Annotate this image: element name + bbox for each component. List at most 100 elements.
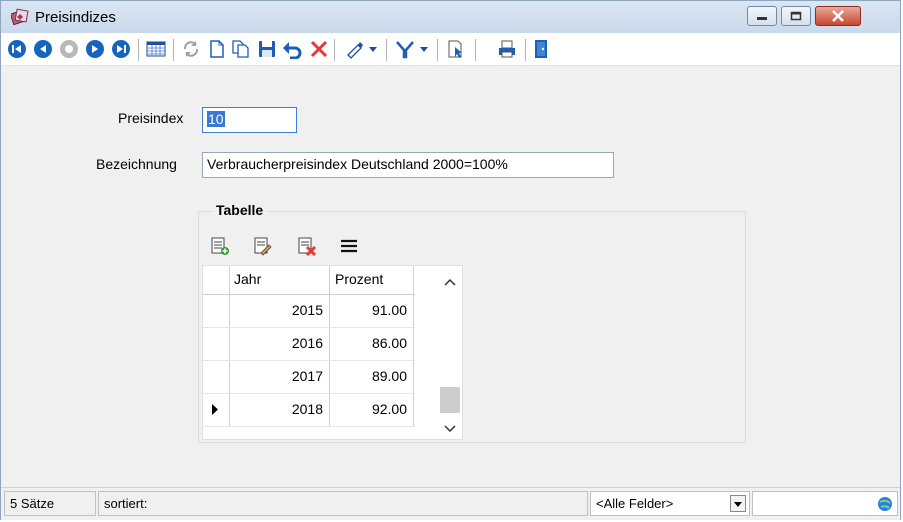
filter-button[interactable] — [393, 37, 417, 61]
preisindizes-window: Preisindizes Preisindex 10 Bezeichnung V… — [0, 0, 901, 520]
minimize-icon — [757, 17, 767, 20]
undo-button[interactable] — [281, 37, 305, 61]
new-button[interactable] — [205, 37, 229, 61]
previous-record-icon — [34, 40, 52, 58]
row-indicator[interactable] — [203, 361, 230, 393]
row-indicator[interactable] — [203, 394, 230, 426]
record-count: 5 Sätze — [4, 491, 96, 516]
printer-icon — [499, 40, 515, 58]
filter-dropdown[interactable] — [417, 37, 431, 61]
cell-jahr[interactable]: 2015 — [230, 295, 330, 327]
scroll-up-icon[interactable] — [439, 272, 461, 292]
grid-header-row: Jahr Prozent — [203, 266, 415, 295]
chevron-down-icon — [420, 47, 428, 52]
tabelle-group-title: Tabelle — [212, 202, 268, 218]
calendar-grid-icon — [146, 41, 166, 57]
sort-status: sortiert: — [98, 491, 588, 516]
delete-row-icon — [298, 237, 317, 256]
filter-icon — [396, 41, 414, 59]
cell-jahr[interactable]: 2017 — [230, 361, 330, 393]
grid-vertical-scrollbar[interactable] — [439, 266, 461, 439]
column-header-jahr[interactable]: Jahr — [230, 266, 330, 294]
minimize-button[interactable] — [747, 6, 777, 26]
cell-prozent[interactable]: 86.00 — [331, 328, 414, 360]
chevron-down-icon — [734, 501, 742, 507]
toolbar-separator — [475, 39, 476, 61]
scrollbar-thumb[interactable] — [440, 387, 460, 413]
toolbar-separator — [334, 39, 335, 61]
preisindex-input[interactable]: 10 — [202, 107, 297, 133]
status-bar: 5 Sätze sortiert: <Alle Felder> — [1, 487, 900, 520]
data-grid: Jahr Prozent 2015 91.00 2016 86.00 2017 … — [202, 265, 463, 440]
column-header-prozent[interactable]: Prozent — [331, 266, 414, 294]
edit-pen-button[interactable] — [342, 37, 366, 61]
table-row[interactable]: 2016 86.00 — [203, 328, 415, 361]
first-record-button[interactable] — [5, 37, 29, 61]
refresh-button[interactable] — [179, 37, 203, 61]
copy-icon — [232, 40, 249, 58]
edit-row-button[interactable] — [251, 234, 275, 258]
hamburger-menu-icon — [341, 239, 357, 253]
cell-prozent[interactable]: 91.00 — [331, 295, 414, 327]
toolbar-separator — [138, 39, 139, 61]
exit-button[interactable] — [529, 37, 553, 61]
copy-button[interactable] — [229, 37, 253, 61]
grid-menu-button[interactable] — [337, 234, 361, 258]
stop-icon — [60, 40, 78, 58]
delete-icon — [310, 40, 328, 58]
print-button[interactable] — [495, 37, 519, 61]
toolbar-separator — [386, 39, 387, 61]
bezeichnung-label: Bezeichnung — [96, 156, 177, 172]
pen-icon — [347, 42, 363, 59]
header-indicator-cell — [203, 266, 230, 294]
next-record-button[interactable] — [83, 37, 107, 61]
save-button[interactable] — [255, 37, 279, 61]
first-record-icon — [8, 40, 26, 58]
maximize-icon — [790, 11, 802, 21]
table-row[interactable]: 2018 92.00 — [203, 394, 415, 427]
add-row-icon — [211, 237, 229, 255]
current-row-arrow-icon — [212, 404, 218, 415]
field-select-value: <Alle Felder> — [596, 496, 674, 511]
preisindex-value: 10 — [207, 111, 225, 127]
chevron-down-icon — [369, 47, 377, 52]
delete-button[interactable] — [307, 37, 331, 61]
cell-prozent[interactable]: 92.00 — [331, 394, 414, 426]
field-select[interactable]: <Alle Felder> — [590, 491, 750, 516]
cell-jahr[interactable]: 2018 — [230, 394, 330, 426]
add-row-button[interactable] — [208, 234, 232, 258]
close-button[interactable] — [815, 6, 861, 26]
calendar-grid-button[interactable] — [144, 37, 168, 61]
window-title: Preisindizes — [35, 9, 116, 26]
scroll-down-icon[interactable] — [439, 418, 461, 438]
new-document-icon — [210, 40, 224, 58]
field-select-dropdown[interactable] — [730, 495, 746, 512]
cards-icon — [11, 8, 29, 25]
cell-jahr[interactable]: 2016 — [230, 328, 330, 360]
last-record-icon — [112, 40, 130, 58]
search-field[interactable] — [752, 491, 898, 516]
toolbar-separator — [437, 39, 438, 61]
bezeichnung-input[interactable]: Verbraucherpreisindex Deutschland 2000=1… — [202, 152, 614, 178]
table-row[interactable]: 2017 89.00 — [203, 361, 415, 394]
toolbar-separator — [173, 39, 174, 61]
stop-button[interactable] — [57, 37, 81, 61]
last-record-button[interactable] — [109, 37, 133, 61]
edit-pen-dropdown[interactable] — [366, 37, 380, 61]
previous-record-button[interactable] — [31, 37, 55, 61]
export-button[interactable] — [444, 37, 468, 61]
row-indicator[interactable] — [203, 328, 230, 360]
maximize-button[interactable] — [781, 6, 811, 26]
door-exit-icon — [535, 40, 547, 58]
next-record-icon — [86, 40, 104, 58]
row-indicator[interactable] — [203, 295, 230, 327]
toolbar — [1, 33, 900, 66]
close-icon — [832, 10, 844, 22]
globe-icon[interactable] — [877, 496, 893, 512]
title-bar[interactable]: Preisindizes — [1, 1, 900, 33]
cell-prozent[interactable]: 89.00 — [331, 361, 414, 393]
toolbar-separator — [525, 39, 526, 61]
table-row[interactable]: 2015 91.00 — [203, 295, 415, 328]
delete-row-button[interactable] — [295, 234, 319, 258]
preisindex-label: Preisindex — [118, 110, 184, 126]
